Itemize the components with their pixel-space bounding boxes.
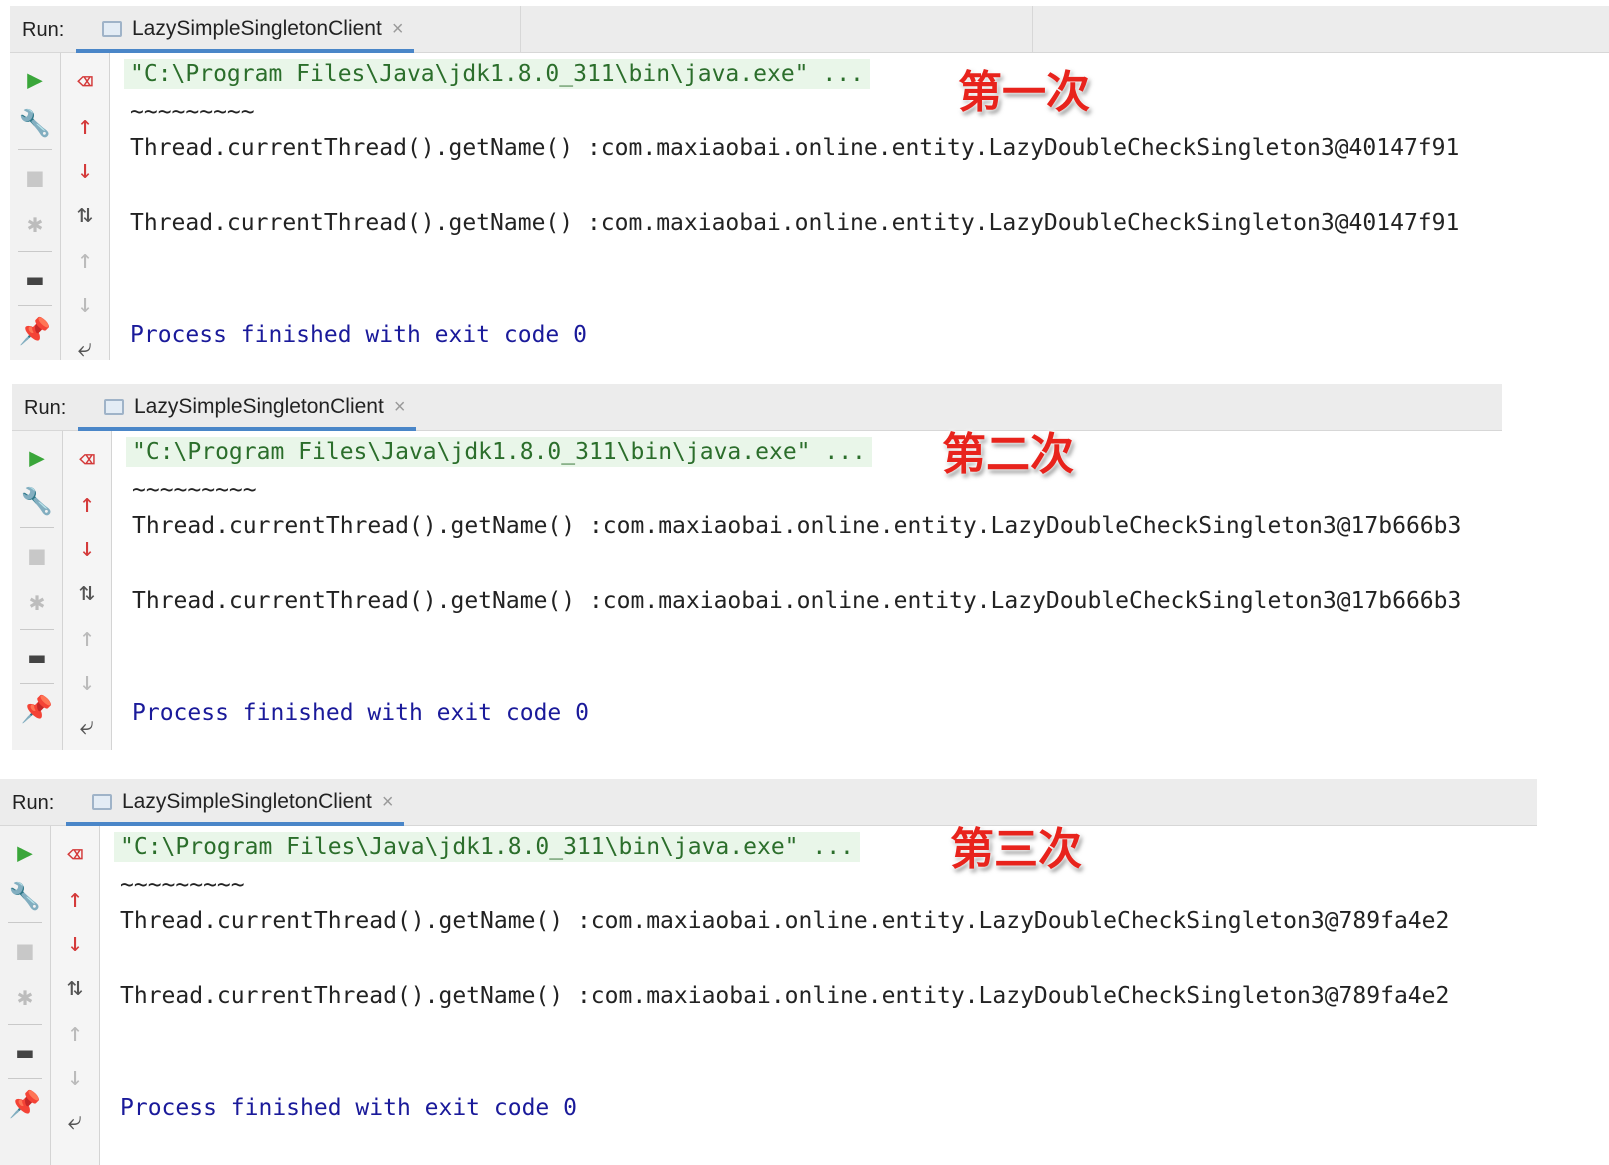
rerun-icon[interactable]: ▶ [12, 443, 62, 473]
tab-run-config[interactable]: LazySimpleSingletonClient × [76, 6, 414, 53]
toolbar-separator [8, 922, 42, 923]
toolbar-separator [20, 683, 54, 684]
clear-icon[interactable]: ⌫ [51, 840, 99, 870]
output-line: Thread.currentThread().getName() :com.ma… [130, 135, 1460, 161]
run-label: Run: [12, 792, 55, 814]
console-window-icon [92, 794, 112, 810]
output-line: Thread.currentThread().getName() :com.ma… [120, 908, 1450, 934]
run-tabbar: Run: LazySimpleSingletonClient × [0, 779, 1537, 826]
run-panel-1: Run: LazySimpleSingletonClient × ▶ 🔧 ■ ✱… [10, 6, 1609, 363]
java-command-line[interactable]: "C:\Program Files\Java\jdk1.8.0_311\bin\… [126, 437, 872, 467]
separator-line: ~~~~~~~~~ [130, 99, 255, 125]
wrench-icon[interactable]: 🔧 [12, 487, 62, 517]
console-window-icon [102, 21, 122, 37]
output-line: Thread.currentThread().getName() :com.ma… [132, 588, 1462, 614]
run-toolbar-secondary: ⌫ ↑ ↓ ⇅ ↑ ↓ ⤶ [51, 826, 100, 1165]
soft-wrap-icon[interactable]: ⤶ [63, 711, 111, 741]
run-marker-label: 第三次 [950, 824, 1082, 875]
stop-icon[interactable]: ■ [0, 936, 50, 966]
previous-icon[interactable]: ↑ [63, 623, 111, 653]
toolbar-separator [8, 1078, 42, 1079]
tab-title: LazySimpleSingletonClient [134, 395, 384, 418]
arrow-up-icon[interactable]: ↑ [61, 111, 109, 141]
java-command-line[interactable]: "C:\Program Files\Java\jdk1.8.0_311\bin\… [124, 59, 870, 89]
toolbar-separator [20, 527, 54, 528]
debug-icon[interactable]: ✱ [10, 209, 60, 239]
run-toolbar-primary: ▶ 🔧 ■ ✱ ▬ 📌 [10, 53, 61, 360]
close-icon[interactable]: × [394, 396, 406, 419]
arrow-up-icon[interactable]: ↑ [51, 884, 99, 914]
output-line: Thread.currentThread().getName() :com.ma… [132, 513, 1462, 539]
run-tabbar: Run: LazySimpleSingletonClient × [12, 384, 1502, 431]
soft-wrap-icon[interactable]: ⤶ [61, 333, 109, 363]
run-toolbar-secondary: ⌫ ↑ ↓ ⇅ ↑ ↓ ⤶ [61, 53, 110, 363]
tab-title: LazySimpleSingletonClient [122, 790, 372, 813]
console-output[interactable]: "C:\Program Files\Java\jdk1.8.0_311\bin\… [112, 431, 1502, 750]
tab-run-config[interactable]: LazySimpleSingletonClient × [78, 384, 416, 431]
console-window-icon [104, 399, 124, 415]
stop-icon[interactable]: ■ [12, 541, 62, 571]
process-finished-line: Process finished with exit code 0 [130, 322, 587, 348]
run-toolbar-primary: ▶ 🔧 ■ ✱ ▬ 📌 [0, 826, 51, 1165]
run-label: Run: [24, 397, 67, 419]
clear-icon[interactable]: ⌫ [63, 445, 111, 475]
toolbar-separator [18, 251, 52, 252]
layout-icon[interactable]: ▬ [10, 265, 60, 295]
process-finished-line: Process finished with exit code 0 [120, 1095, 577, 1121]
arrow-down-icon[interactable]: ↓ [51, 928, 99, 958]
next-icon[interactable]: ↓ [51, 1062, 99, 1092]
tab-title: LazySimpleSingletonClient [132, 17, 382, 40]
sort-icon[interactable]: ⇅ [51, 972, 99, 1002]
rerun-icon[interactable]: ▶ [0, 838, 50, 868]
tabbar-divider [520, 6, 521, 52]
run-tabbar: Run: LazySimpleSingletonClient × [10, 6, 1609, 53]
separator-line: ~~~~~~~~~ [120, 872, 245, 898]
run-marker-label: 第一次 [958, 67, 1090, 118]
wrench-icon[interactable]: 🔧 [0, 882, 50, 912]
run-toolbar-primary: ▶ 🔧 ■ ✱ ▬ 📌 [12, 431, 63, 750]
next-icon[interactable]: ↓ [61, 289, 109, 319]
pin-icon[interactable]: 📌 [0, 1090, 50, 1120]
run-toolbar-secondary: ⌫ ↑ ↓ ⇅ ↑ ↓ ⤶ [63, 431, 112, 750]
pin-icon[interactable]: 📌 [10, 317, 60, 347]
wrench-icon[interactable]: 🔧 [10, 109, 60, 139]
debug-icon[interactable]: ✱ [0, 982, 50, 1012]
debug-icon[interactable]: ✱ [12, 587, 62, 617]
run-panel-3: Run: LazySimpleSingletonClient × ▶ 🔧 ■ ✱… [0, 779, 1537, 1165]
rerun-icon[interactable]: ▶ [10, 65, 60, 95]
toolbar-separator [18, 305, 52, 306]
sort-icon[interactable]: ⇅ [63, 577, 111, 607]
layout-icon[interactable]: ▬ [12, 643, 62, 673]
close-icon[interactable]: × [392, 18, 404, 41]
layout-icon[interactable]: ▬ [0, 1038, 50, 1068]
run-marker-label: 第二次 [942, 429, 1074, 480]
next-icon[interactable]: ↓ [63, 667, 111, 697]
toolbar-separator [20, 629, 54, 630]
arrow-up-icon[interactable]: ↑ [63, 489, 111, 519]
run-label: Run: [22, 19, 65, 41]
console-output[interactable]: "C:\Program Files\Java\jdk1.8.0_311\bin\… [100, 826, 1537, 1165]
output-line: Thread.currentThread().getName() :com.ma… [130, 210, 1460, 236]
clear-icon[interactable]: ⌫ [61, 67, 109, 97]
previous-icon[interactable]: ↑ [61, 245, 109, 275]
separator-line: ~~~~~~~~~ [132, 477, 257, 503]
toolbar-separator [8, 1024, 42, 1025]
arrow-down-icon[interactable]: ↓ [61, 155, 109, 185]
pin-icon[interactable]: 📌 [12, 695, 62, 725]
soft-wrap-icon[interactable]: ⤶ [51, 1106, 99, 1136]
close-icon[interactable]: × [382, 791, 394, 814]
console-output[interactable]: "C:\Program Files\Java\jdk1.8.0_311\bin\… [110, 53, 1609, 360]
process-finished-line: Process finished with exit code 0 [132, 700, 589, 726]
stop-icon[interactable]: ■ [10, 163, 60, 193]
run-panel-2: Run: LazySimpleSingletonClient × ▶ 🔧 ■ ✱… [12, 384, 1502, 750]
tabbar-divider [1032, 6, 1033, 52]
arrow-down-icon[interactable]: ↓ [63, 533, 111, 563]
previous-icon[interactable]: ↑ [51, 1018, 99, 1048]
toolbar-separator [18, 149, 52, 150]
tab-run-config[interactable]: LazySimpleSingletonClient × [66, 779, 404, 826]
java-command-line[interactable]: "C:\Program Files\Java\jdk1.8.0_311\bin\… [114, 832, 860, 862]
output-line: Thread.currentThread().getName() :com.ma… [120, 983, 1450, 1009]
sort-icon[interactable]: ⇅ [61, 199, 109, 229]
